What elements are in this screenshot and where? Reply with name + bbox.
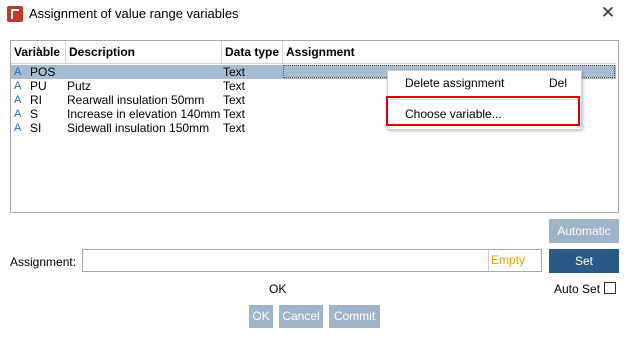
- variable-cell: SI: [30, 121, 42, 135]
- ok-button[interactable]: OK: [249, 305, 273, 328]
- column-label: Assignment: [286, 45, 355, 59]
- menu-item-shortcut: Del: [548, 76, 567, 90]
- highlight-annotation: [386, 96, 580, 126]
- description-cell: Rearwall insulation 50mm: [67, 93, 205, 107]
- assignment-label: Assignment:: [10, 255, 77, 269]
- variable-cell: POS: [30, 65, 56, 79]
- status-text: OK: [269, 282, 287, 296]
- assignment-input[interactable]: Empty: [82, 249, 542, 272]
- variable-cell: RI: [30, 93, 42, 107]
- commit-button[interactable]: Commit: [329, 305, 380, 328]
- menu-item-label: Delete assignment: [405, 76, 505, 90]
- data-type-cell: Text: [223, 65, 246, 79]
- title-bar: Assignment of value range variables ✕: [0, 0, 629, 30]
- empty-hint: Empty: [488, 250, 541, 271]
- auto-set-checkbox[interactable]: [604, 282, 616, 294]
- column-header-data-type[interactable]: Data type: [222, 41, 283, 63]
- text-variable-icon: A: [14, 80, 22, 92]
- column-header-variable[interactable]: ▲ Variable: [11, 41, 66, 63]
- text-variable-icon: A: [14, 94, 22, 106]
- app-icon: [7, 6, 23, 22]
- text-variable-icon: A: [14, 108, 22, 120]
- set-button[interactable]: Set: [549, 249, 619, 273]
- description-cell: Sidewall insulation 150mm: [67, 121, 210, 135]
- description-cell: Putz: [67, 79, 92, 93]
- data-type-cell: Text: [223, 121, 246, 135]
- automatic-button[interactable]: Automatic: [549, 219, 619, 243]
- description-cell: Increase in elevation 140mm: [67, 107, 221, 121]
- column-header-assignment[interactable]: Assignment: [283, 41, 616, 63]
- column-header-description[interactable]: Description: [66, 41, 222, 63]
- window-title: Assignment of value range variables: [29, 6, 239, 21]
- cancel-button[interactable]: Cancel: [279, 305, 323, 328]
- auto-set-label: Auto Set: [554, 282, 601, 296]
- variable-cell: S: [30, 107, 39, 121]
- column-label: Data type: [225, 45, 280, 59]
- menu-item-delete-assignment[interactable]: Delete assignment Del: [388, 72, 581, 94]
- sort-arrow-icon: ▲: [35, 45, 42, 52]
- table-header: ▲ Variable Description Data type Assignm…: [11, 41, 616, 64]
- column-label: Description: [69, 45, 136, 59]
- close-icon[interactable]: ✕: [597, 2, 619, 24]
- data-type-cell: Text: [223, 79, 246, 93]
- text-variable-icon: A: [14, 66, 22, 78]
- data-type-cell: Text: [223, 107, 246, 121]
- text-variable-icon: A: [14, 122, 22, 134]
- data-type-cell: Text: [223, 93, 246, 107]
- variable-cell: PU: [30, 79, 47, 93]
